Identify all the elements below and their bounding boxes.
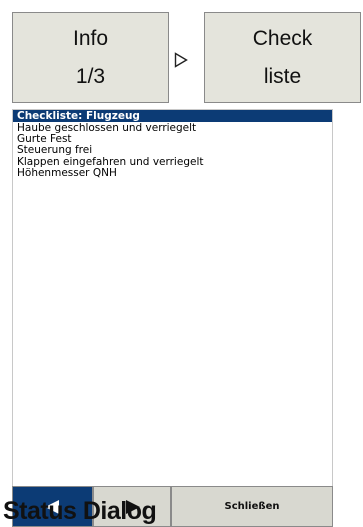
arrow-left-icon [44,499,59,514]
previous-button[interactable] [12,486,93,527]
next-button[interactable] [93,486,171,527]
checklist-tile[interactable]: Check liste [204,12,361,103]
info-tile-page: 1/3 [75,64,106,88]
checklist-tile-label-2: liste [263,64,302,88]
close-button[interactable]: Schließen [171,486,333,527]
triangle-right-icon [167,48,195,72]
checklist-item[interactable]: Steuerung frei [17,145,328,156]
info-page-tile[interactable]: Info 1/3 [12,12,169,103]
checklist-item[interactable]: Höhenmesser QNH [17,167,328,179]
checklist-title: Checkliste: Flugzeug [13,110,332,122]
dialog-button-bar: Schließen [12,486,333,527]
checklist-tile-label-1: Check [252,26,313,50]
checklist-items: Haube geschlossen und verriegelt Gurte F… [13,122,332,180]
checklist-panel: Checkliste: Flugzeug Haube geschlossen u… [12,109,333,527]
info-tile-label: Info [72,26,109,50]
arrow-right-icon [126,499,140,514]
